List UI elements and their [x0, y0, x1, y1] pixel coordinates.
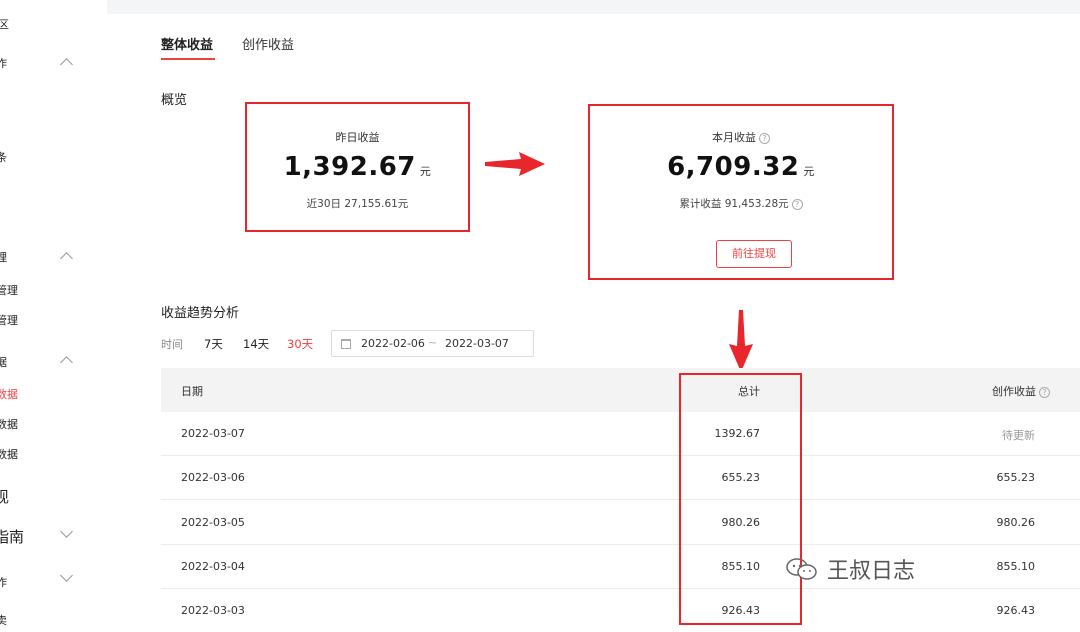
sidebar-item-11[interactable]: 指南 — [0, 526, 24, 547]
sidebar-item-3[interactable]: 理 — [0, 249, 7, 265]
help-icon[interactable]: ? — [759, 133, 770, 144]
row-date: 2022-03-07 — [181, 427, 245, 440]
month-income-amount: 6,709.32 — [667, 152, 800, 182]
overview-title: 概览 — [161, 93, 188, 108]
chevron-up-icon[interactable] — [60, 252, 73, 265]
row-date: 2022-03-06 — [181, 471, 245, 484]
cumulative-income-row: 累计收益 91,453.28元? — [590, 196, 892, 211]
date-separator: ~ — [428, 336, 438, 349]
date-range-picker[interactable]: 2022-02-06 ~ 2022-03-07 — [331, 330, 534, 357]
trend-title: 收益趋势分析 — [161, 306, 240, 321]
month-income-value: 6,709.32 元 — [590, 152, 892, 182]
yesterday-income-card: 昨日收益 1,392.67 元 近30日 27,155.61元 — [245, 102, 470, 232]
table-row: 2022-03-07 1392.67 待更新 — [161, 412, 1080, 456]
tab-overall-income[interactable]: 整体收益 — [161, 34, 213, 53]
yesterday-income-amount: 1,392.67 — [283, 152, 416, 182]
watermark-text: 王叔日志 — [827, 559, 916, 584]
sidebar-item-1[interactable]: 作 — [0, 55, 7, 71]
main-panel: 整体收益 创作收益 概览 昨日收益 1,392.67 元 近30日 27,155.… — [107, 14, 1080, 632]
row-date: 2022-03-03 — [181, 604, 245, 617]
date-end: 2022-03-07 — [445, 337, 509, 350]
total-column-highlight — [679, 373, 802, 625]
column-header-creation: 创作收益 — [992, 385, 1036, 398]
month-income-label: 本月收益 — [712, 131, 756, 144]
column-header-creation-row: 创作收益? — [992, 383, 1050, 399]
yesterday-income-value: 1,392.67 元 — [247, 152, 468, 182]
column-header-date: 日期 — [181, 385, 203, 398]
sidebar-item-5[interactable]: 管理 — [0, 312, 18, 328]
annotation-arrow-down-icon — [729, 310, 753, 372]
row-date: 2022-03-04 — [181, 560, 245, 573]
sidebar-item-6[interactable]: 据 — [0, 354, 7, 370]
row-creation-income: 655.23 — [996, 471, 1036, 484]
row-creation-income: 待更新 — [1002, 429, 1035, 442]
row-date: 2022-03-05 — [181, 516, 245, 529]
sidebar-item-12[interactable]: 作 — [0, 574, 7, 590]
sidebar: 区 作 条 理 管理 管理 据 数据 数据 数据 现 指南 作 卖 — [0, 0, 107, 632]
sidebar-item-7-active[interactable]: 数据 — [0, 386, 18, 402]
withdraw-button[interactable]: 前往提现 — [716, 240, 792, 268]
table-row: 2022-03-06 655.23 655.23 — [161, 456, 1080, 500]
row-creation-income: 980.26 — [996, 516, 1036, 529]
sidebar-item-0[interactable]: 区 — [0, 16, 9, 32]
row-creation-income: 926.43 — [996, 604, 1036, 617]
sidebar-item-10[interactable]: 现 — [0, 486, 9, 507]
calendar-icon — [341, 339, 351, 349]
month-income-label-row: 本月收益? — [590, 129, 892, 145]
table-header: 日期 总计 创作收益? — [161, 368, 1080, 412]
chevron-up-icon[interactable] — [60, 356, 73, 369]
sidebar-item-13[interactable]: 卖 — [0, 612, 7, 628]
row-creation-income: 855.10 — [996, 560, 1036, 573]
help-icon[interactable]: ? — [1039, 387, 1050, 398]
range-14-days-button[interactable]: 14天 — [243, 336, 269, 352]
sidebar-item-9[interactable]: 数据 — [0, 446, 18, 462]
date-start: 2022-02-06 — [361, 337, 425, 350]
cumulative-income: 累计收益 91,453.28元 — [679, 198, 789, 210]
annotation-arrow-right-icon — [485, 152, 545, 176]
table-row: 2022-03-03 926.43 926.43 — [161, 589, 1080, 632]
sidebar-item-2[interactable]: 条 — [0, 149, 7, 165]
sidebar-item-8[interactable]: 数据 — [0, 416, 18, 432]
month-income-unit: 元 — [803, 165, 815, 178]
chevron-down-icon[interactable] — [60, 569, 73, 582]
tab-creation-income[interactable]: 创作收益 — [242, 34, 294, 53]
sidebar-item-4[interactable]: 管理 — [0, 282, 18, 298]
help-icon[interactable]: ? — [791, 199, 803, 210]
yesterday-income-unit: 元 — [419, 165, 432, 178]
table-row: 2022-03-04 855.10 855.10 — [161, 545, 1080, 589]
range-7-days-button[interactable]: 7天 — [204, 336, 223, 352]
yesterday-income-label: 昨日收益 — [335, 131, 380, 144]
chevron-down-icon[interactable] — [60, 525, 73, 538]
month-income-card: 本月收益? 6,709.32 元 累计收益 91,453.28元? 前往提现 — [588, 104, 894, 280]
chevron-up-icon[interactable] — [60, 58, 73, 71]
range-30-days-button[interactable]: 30天 — [287, 336, 313, 352]
wechat-icon — [786, 558, 817, 580]
last-30-days-income: 近30日 27,155.61元 — [306, 198, 409, 210]
tab-active-indicator — [161, 58, 215, 60]
table-row: 2022-03-05 980.26 980.26 — [161, 501, 1080, 545]
time-filter-label: 时间 — [161, 338, 183, 351]
